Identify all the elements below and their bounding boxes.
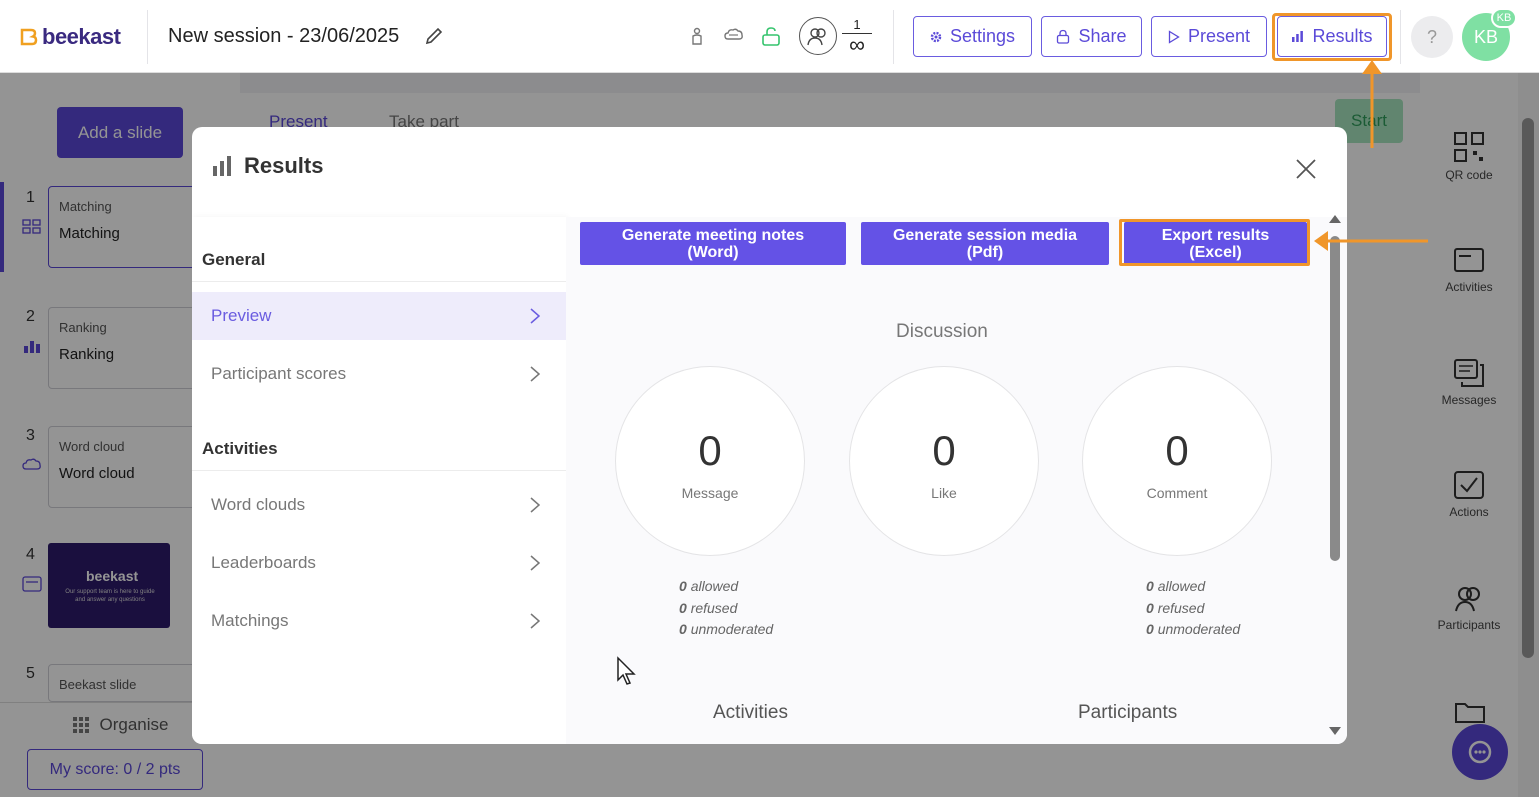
arrow-left-annotation xyxy=(1314,231,1428,251)
beekast-logo[interactable]: beekast xyxy=(18,24,121,50)
beekast-logo-icon xyxy=(20,28,38,46)
help-button[interactable]: ? xyxy=(1411,16,1453,58)
chevron-right-icon xyxy=(530,497,540,513)
nav-item-preview[interactable]: Preview xyxy=(192,292,566,340)
share-button[interactable]: Share xyxy=(1041,16,1142,57)
nav-item-matchings[interactable]: Matchings xyxy=(192,597,566,645)
gear-icon xyxy=(930,31,942,42)
play-icon xyxy=(1168,29,1180,44)
divider xyxy=(1400,10,1401,64)
chevron-right-icon xyxy=(530,555,540,571)
present-label: Present xyxy=(1187,26,1251,46)
chevron-right-icon xyxy=(530,366,540,382)
unlock-icon[interactable] xyxy=(761,26,781,46)
results-preview-panel xyxy=(566,217,1347,744)
nav-item-participant-scores[interactable]: Participant scores xyxy=(192,350,566,398)
nav-item-word-clouds[interactable]: Word clouds xyxy=(192,481,566,529)
nav-item-label: Leaderboards xyxy=(211,553,316,572)
arrow-up-annotation xyxy=(1362,60,1382,148)
edit-title-icon[interactable] xyxy=(424,26,444,46)
nav-divider xyxy=(192,281,566,282)
settings-label: Settings xyxy=(949,26,1016,46)
close-icon[interactable] xyxy=(1294,157,1318,181)
participants-fraction: 1 ∞ xyxy=(842,17,872,57)
word-cloud-icon[interactable] xyxy=(724,26,744,46)
participants-current: 1 xyxy=(853,17,861,32)
participants-counter[interactable] xyxy=(799,17,837,55)
bar-chart-icon xyxy=(213,156,231,176)
nav-item-leaderboards[interactable]: Leaderboards xyxy=(192,539,566,587)
participants-max: ∞ xyxy=(849,32,865,57)
avatar-badge: KB xyxy=(1491,8,1517,28)
logo-text: beekast xyxy=(42,24,121,49)
divider xyxy=(147,10,148,64)
session-title: New session - 23/06/2025 xyxy=(168,25,400,47)
results-nav: General Preview Participant scores Activ… xyxy=(192,217,566,744)
divider xyxy=(893,10,894,64)
settings-button[interactable]: Settings xyxy=(913,16,1032,57)
nav-item-label: Matchings xyxy=(211,611,289,630)
nav-item-label: Word clouds xyxy=(211,495,306,514)
lock-icon xyxy=(1057,29,1070,44)
modal-title: Results xyxy=(212,153,323,179)
modal-title-text: Results xyxy=(244,153,324,178)
hand-raise-icon[interactable] xyxy=(688,26,706,46)
present-button[interactable]: Present xyxy=(1151,16,1267,57)
results-modal: Results General Preview Participant scor… xyxy=(192,127,1347,744)
nav-section-general: General xyxy=(202,250,266,269)
nav-divider xyxy=(192,470,566,471)
nav-item-label: Participant scores xyxy=(211,364,347,383)
nav-item-label: Preview xyxy=(211,306,272,325)
results-highlight-box xyxy=(1272,13,1392,61)
chevron-right-icon xyxy=(530,613,540,629)
nav-section-activities: Activities xyxy=(202,439,278,458)
participants-icon xyxy=(807,28,826,46)
share-label: Share xyxy=(1078,26,1127,46)
top-bar: beekast New session - 23/06/2025 1 ∞ Set… xyxy=(0,0,1539,73)
chevron-right-icon xyxy=(530,308,540,324)
